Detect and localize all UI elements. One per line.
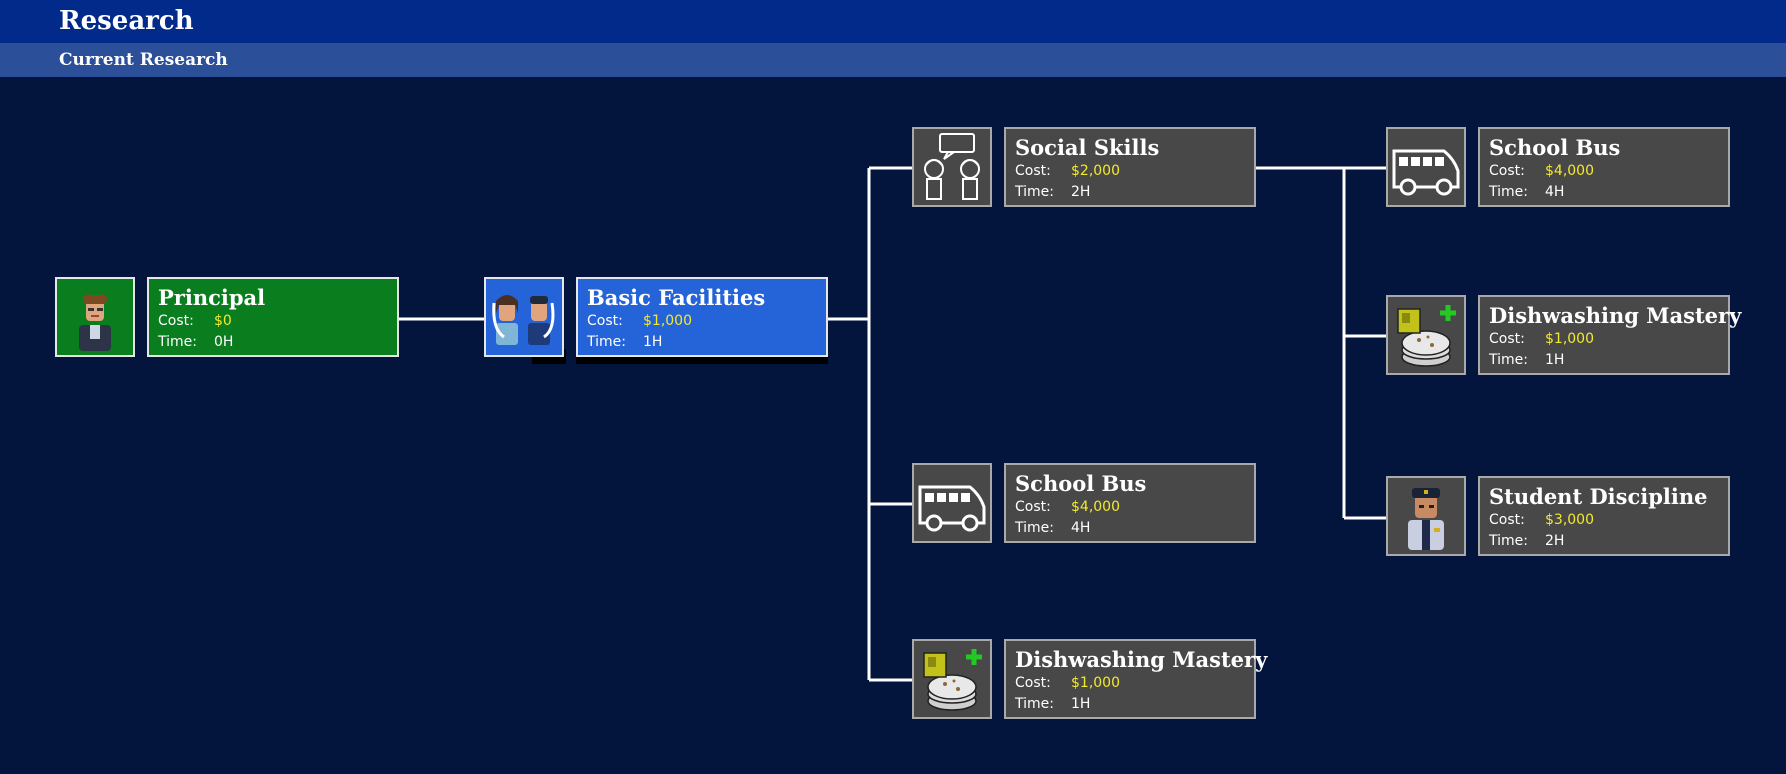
time-label: Time: [1015,184,1054,200]
school-bus-icon-box[interactable] [1386,127,1466,207]
time-value: 2H [1071,184,1091,200]
node-title: Student Discipline [1489,484,1708,509]
principal-icon [79,292,111,351]
time-value: 1H [643,334,663,350]
time-label: Time: [1489,184,1528,200]
security-guard-icon [1408,488,1444,550]
school-bus-info[interactable]: School Bus Cost: $4,000 Time: 4H [1004,463,1256,543]
school-bus-icon-box[interactable] [912,463,992,543]
students-icon [492,295,555,345]
dishwashing-icon-box[interactable] [912,639,992,719]
bus-icon [1392,149,1460,196]
basic-facilities-icon-box[interactable] [484,277,564,357]
cost-label: Cost: [1015,675,1051,691]
node-title: Social Skills [1015,135,1160,160]
cost-label: Cost: [1015,163,1051,179]
student-discipline-info[interactable]: Student Discipline Cost: $3,000 Time: 2H [1478,476,1730,556]
cost-label: Cost: [1489,331,1525,347]
dishwashing-info[interactable]: Dishwashing Mastery Cost: $1,000 Time: 1H [1004,639,1268,719]
dishes-icon [923,649,982,711]
node-title: School Bus [1489,135,1621,160]
cost-value: $4,000 [1545,163,1594,179]
cost-label: Cost: [1015,499,1051,515]
cost-label: Cost: [1489,512,1525,528]
dishwashing-info[interactable]: Dishwashing Mastery Cost: $1,000 Time: 1H [1478,295,1742,375]
cost-label: Cost: [1489,163,1525,179]
principal-icon-box[interactable] [55,277,135,357]
cost-value: $2,000 [1071,163,1120,179]
time-label: Time: [158,334,197,350]
cost-label: Cost: [587,313,623,329]
time-value: 2H [1545,533,1565,549]
node-title: School Bus [1015,471,1147,496]
time-label: Time: [587,334,626,350]
time-label: Time: [1489,533,1528,549]
time-value: 4H [1545,184,1565,200]
cost-value: $1,000 [643,313,692,329]
time-value: 0H [214,334,234,350]
cost-value: $1,000 [1071,675,1120,691]
node-title: Dishwashing Mastery [1015,647,1268,672]
cost-value: $1,000 [1545,331,1594,347]
time-value: 1H [1545,352,1565,368]
social-skills-info[interactable]: Social Skills Cost: $2,000 Time: 2H [1004,127,1256,207]
node-title: Basic Facilities [587,285,766,310]
time-value: 1H [1071,696,1091,712]
social-skills-icon-box[interactable] [912,127,992,207]
time-label: Time: [1489,352,1528,368]
bus-icon [918,485,986,532]
node-title: Principal [158,285,266,310]
node-title: Dishwashing Mastery [1489,303,1742,328]
time-value: 4H [1071,520,1091,536]
basic-facilities-info[interactable]: Basic Facilities Cost: $1,000 Time: 1H [576,277,828,357]
school-bus-info[interactable]: School Bus Cost: $4,000 Time: 4H [1478,127,1730,207]
dishwashing-icon-box[interactable] [1386,295,1466,375]
cost-value: $3,000 [1545,512,1594,528]
cost-value: $0 [214,313,232,329]
principal-info[interactable]: Principal Cost: $0 Time: 0H [147,277,399,357]
dishes-icon [1397,305,1456,367]
cost-label: Cost: [158,313,194,329]
cost-value: $4,000 [1071,499,1120,515]
time-label: Time: [1015,696,1054,712]
student-discipline-icon-box[interactable] [1386,476,1466,556]
social-skills-icon [924,133,980,200]
time-label: Time: [1015,520,1054,536]
research-tree-connectors [398,166,1386,682]
